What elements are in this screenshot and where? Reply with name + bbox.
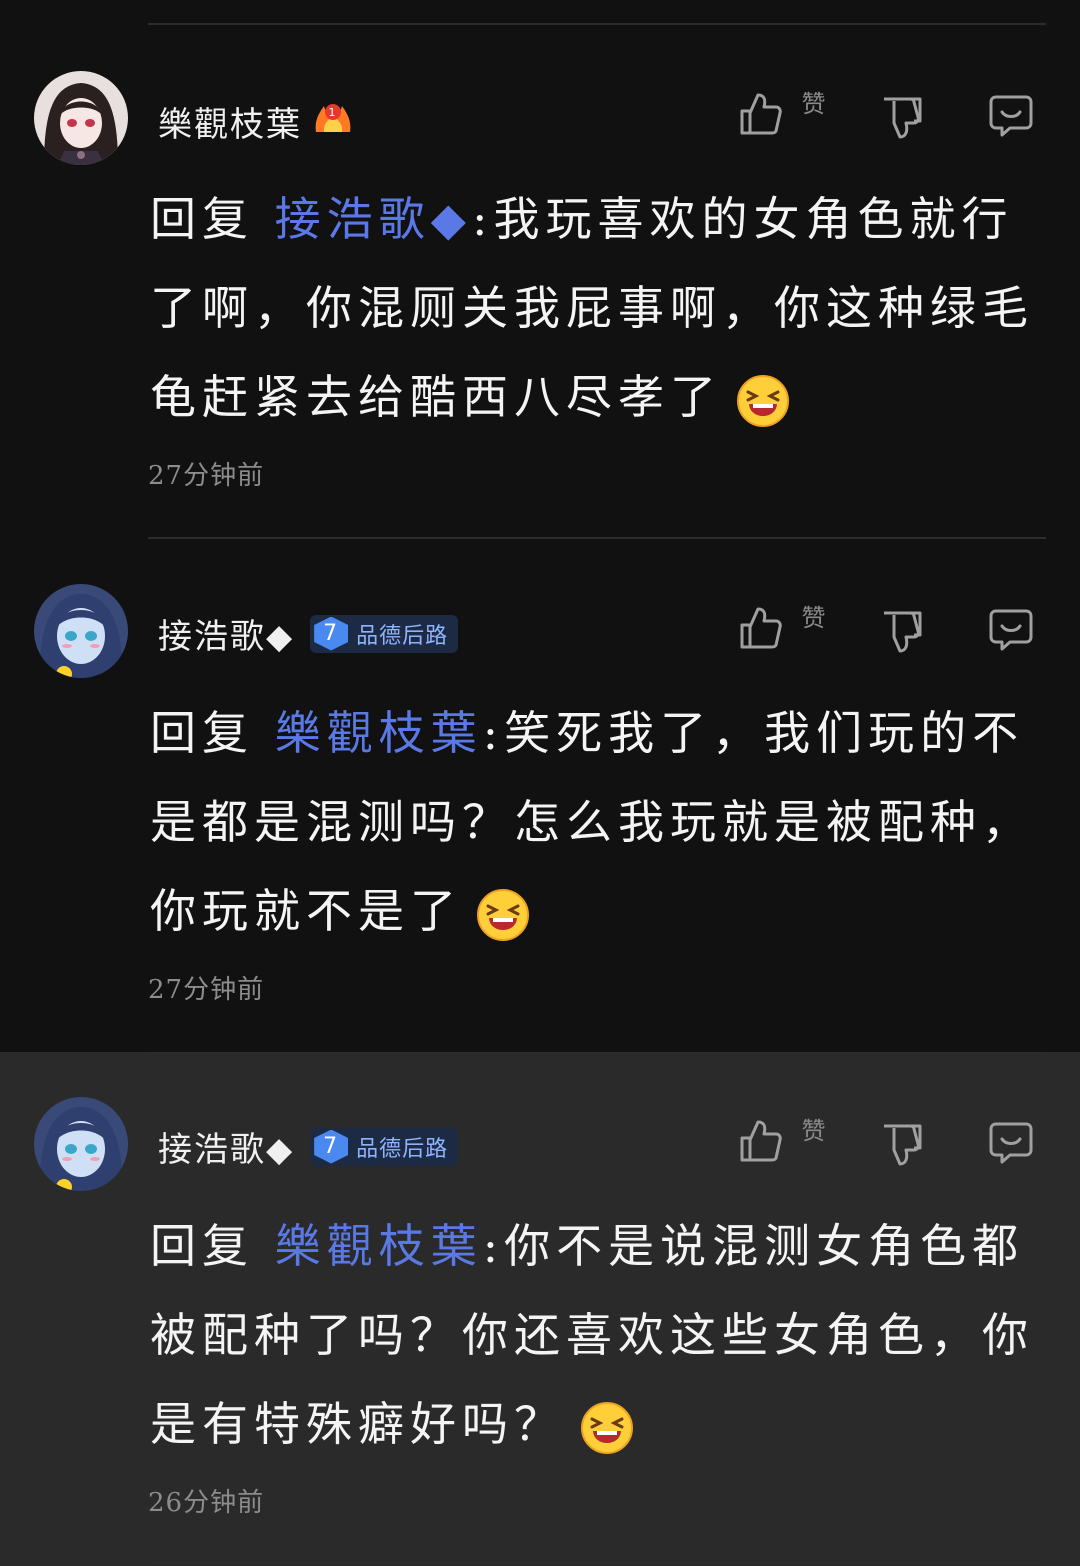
mention-link[interactable]: 樂觀枝葉 — [275, 1219, 483, 1273]
laughing-emoji-icon — [737, 375, 789, 427]
reply-prefix: 回复 — [150, 192, 254, 246]
thumbs-down-icon — [884, 97, 922, 139]
timestamp: 26分钟前 — [148, 1488, 265, 1518]
like-button[interactable] — [738, 605, 782, 651]
reply-button[interactable] — [988, 1120, 1034, 1166]
level-number: 7 — [314, 616, 349, 651]
like-label[interactable]: 赞 — [794, 91, 829, 115]
reply-prefix: 回复 — [150, 706, 254, 760]
thumbs-down-icon — [884, 1124, 922, 1166]
level-number: 7 — [314, 1129, 349, 1164]
level-badge: 7 品德后路 — [310, 614, 459, 653]
username-text: 接浩歌◆ — [158, 1130, 295, 1170]
dislike-button[interactable] — [880, 1122, 924, 1168]
reply-button[interactable] — [988, 93, 1034, 139]
comment-item-highlighted: 接浩歌◆ 7 品德后路 赞 回复 樂觀枝葉:你不是说混测女角色都被配种了吗？你还… — [0, 1052, 1080, 1566]
mention-link[interactable]: 樂觀枝葉 — [275, 706, 483, 760]
username-text: 接浩歌◆ — [158, 617, 295, 657]
svg-text:1: 1 — [329, 106, 338, 119]
username[interactable]: 樂觀枝葉 1 — [158, 97, 354, 146]
dislike-button[interactable] — [880, 95, 924, 141]
username-text: 樂觀枝葉 — [158, 105, 302, 145]
divider — [148, 1052, 1046, 1054]
like-label[interactable]: 赞 — [794, 1118, 829, 1142]
mention-link[interactable]: 接浩歌◆ — [275, 192, 472, 246]
comment-body: 回复 樂觀枝葉:你不是说混测女角色都被配种了吗？你还喜欢这些女角色，你是有特殊癖… — [150, 1202, 1040, 1469]
avatar[interactable] — [34, 1097, 128, 1191]
username[interactable]: 接浩歌◆ 7 品德后路 — [158, 609, 459, 658]
like-label[interactable]: 赞 — [794, 605, 829, 629]
laughing-emoji-icon — [581, 1402, 633, 1454]
badge-title: 品德后路 — [356, 1136, 449, 1162]
level-badge: 7 品德后路 — [310, 1127, 459, 1166]
thumbs-down-icon — [884, 611, 922, 653]
comment-item: 樂觀枝葉 1 赞 回复 接浩歌◆:我玩喜欢的女角色就行了啊，你混厕关我屁事啊，你… — [0, 25, 1080, 537]
avatar[interactable] — [34, 584, 128, 678]
thumbs-up-icon — [740, 93, 782, 135]
comment-body: 回复 樂觀枝葉:笑死我了，我们玩的不是都是混测吗？怎么我玩就是被配种，你玩就不是… — [150, 689, 1040, 956]
thumbs-up-icon — [740, 607, 782, 649]
avatar[interactable] — [34, 71, 128, 165]
timestamp: 27分钟前 — [148, 975, 265, 1005]
comment-body: 回复 接浩歌◆:我玩喜欢的女角色就行了啊，你混厕关我屁事啊，你这种绿毛龟赶紧去给… — [150, 175, 1040, 442]
reply-bubble-icon — [989, 609, 1033, 651]
laughing-emoji-icon — [477, 889, 529, 941]
timestamp: 27分钟前 — [148, 461, 265, 491]
reply-bubble-icon — [989, 1122, 1033, 1164]
reply-bubble-icon — [989, 95, 1033, 137]
like-button[interactable] — [738, 91, 782, 137]
dislike-button[interactable] — [880, 609, 924, 655]
reply-button[interactable] — [988, 607, 1034, 653]
divider — [148, 1562, 1046, 1564]
like-button[interactable] — [738, 1118, 782, 1164]
comment-item: 接浩歌◆ 7 品德后路 赞 回复 樂觀枝葉:笑死我了，我们玩的不是都是混测吗？怎… — [0, 539, 1080, 1051]
thumbs-up-icon — [740, 1120, 782, 1162]
badge-title: 品德后路 — [356, 623, 449, 649]
reply-prefix: 回复 — [150, 1219, 254, 1273]
username[interactable]: 接浩歌◆ 7 品德后路 — [158, 1122, 459, 1171]
flame-badge-icon: 1 — [312, 98, 354, 145]
